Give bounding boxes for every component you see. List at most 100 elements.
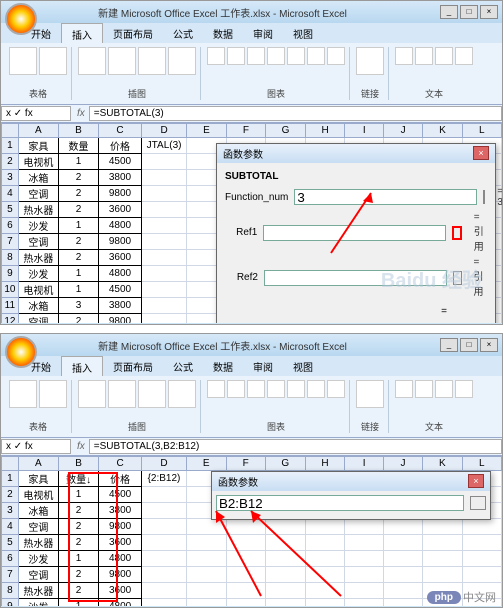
cell[interactable]: 数量↓ bbox=[58, 471, 98, 487]
cell[interactable] bbox=[265, 599, 305, 607]
cell[interactable] bbox=[141, 487, 186, 503]
tab-layout[interactable]: 页面布局 bbox=[103, 23, 163, 43]
tab-formulas[interactable]: 公式 bbox=[163, 23, 203, 43]
other-chart-icon[interactable] bbox=[327, 47, 345, 65]
tab-insert[interactable]: 插入 bbox=[61, 23, 103, 43]
cell[interactable]: 2 bbox=[58, 250, 98, 266]
cell[interactable] bbox=[383, 535, 422, 551]
minimize-button[interactable]: _ bbox=[440, 5, 458, 19]
dialog-close-button[interactable]: × bbox=[473, 146, 489, 160]
cell[interactable]: 3800 bbox=[99, 170, 142, 186]
hyperlink-icon[interactable] bbox=[356, 47, 384, 75]
cell[interactable] bbox=[141, 250, 186, 266]
cell[interactable]: 3600 bbox=[99, 250, 142, 266]
range-picker-icon[interactable] bbox=[483, 190, 485, 204]
scatter-chart-icon[interactable] bbox=[307, 47, 325, 65]
textbox-icon[interactable] bbox=[395, 47, 413, 65]
cell[interactable] bbox=[141, 266, 186, 282]
cell[interactable]: 1 bbox=[58, 218, 98, 234]
cell[interactable] bbox=[345, 599, 384, 607]
cell[interactable]: 4800 bbox=[99, 218, 142, 234]
row-header[interactable]: 1 bbox=[2, 471, 19, 487]
col-header[interactable]: J bbox=[383, 457, 422, 471]
signature-icon[interactable] bbox=[455, 47, 473, 65]
col-header[interactable]: B bbox=[58, 124, 98, 138]
cell[interactable] bbox=[141, 535, 186, 551]
cell[interactable]: 1 bbox=[58, 282, 98, 298]
bar-chart-icon[interactable] bbox=[267, 47, 285, 65]
cell[interactable]: 3600 bbox=[99, 535, 142, 551]
pivot-icon[interactable] bbox=[9, 47, 37, 75]
cell[interactable]: 价格 bbox=[99, 138, 142, 154]
tab-data[interactable]: 数据 bbox=[203, 23, 243, 43]
cell[interactable] bbox=[141, 234, 186, 250]
row-header[interactable]: 5 bbox=[2, 202, 19, 218]
cell[interactable]: 4800 bbox=[99, 551, 142, 567]
cell[interactable] bbox=[186, 519, 226, 535]
line-chart-icon[interactable] bbox=[227, 47, 245, 65]
cell[interactable] bbox=[265, 567, 305, 583]
line-chart-icon[interactable] bbox=[227, 380, 245, 398]
row-header[interactable]: 3 bbox=[2, 170, 19, 186]
col-header[interactable]: G bbox=[266, 124, 306, 138]
cell[interactable] bbox=[141, 218, 186, 234]
cell[interactable]: JTAL(3) bbox=[141, 138, 186, 154]
cell[interactable] bbox=[141, 599, 186, 607]
table-icon[interactable] bbox=[39, 47, 67, 75]
col-header[interactable]: D bbox=[141, 124, 186, 138]
cell[interactable] bbox=[141, 170, 186, 186]
cell[interactable]: 热水器 bbox=[18, 583, 58, 599]
cell[interactable]: 4500 bbox=[99, 487, 142, 503]
cell[interactable] bbox=[423, 567, 463, 583]
cell[interactable] bbox=[265, 551, 305, 567]
cell[interactable]: 热水器 bbox=[18, 202, 58, 218]
cell[interactable]: 空调 bbox=[18, 234, 58, 250]
cell[interactable] bbox=[345, 567, 384, 583]
cell[interactable] bbox=[141, 154, 186, 170]
col-header[interactable]: C bbox=[99, 124, 142, 138]
minimize-button[interactable]: _ bbox=[440, 338, 458, 352]
scatter-chart-icon[interactable] bbox=[307, 380, 325, 398]
shapes-icon[interactable] bbox=[138, 380, 166, 408]
cell[interactable] bbox=[305, 599, 345, 607]
clipart-icon[interactable] bbox=[108, 380, 136, 408]
cell[interactable] bbox=[462, 535, 501, 551]
cell[interactable]: 2 bbox=[58, 170, 98, 186]
cell[interactable] bbox=[305, 583, 345, 599]
cell[interactable]: 价格 bbox=[99, 471, 142, 487]
tab-review[interactable]: 审阅 bbox=[243, 23, 283, 43]
col-header[interactable]: A bbox=[18, 124, 58, 138]
col-header[interactable]: L bbox=[462, 457, 501, 471]
cell[interactable] bbox=[141, 298, 186, 314]
table-icon[interactable] bbox=[39, 380, 67, 408]
cell[interactable]: 3 bbox=[58, 298, 98, 314]
pie-chart-icon[interactable] bbox=[247, 380, 265, 398]
row-header[interactable]: 9 bbox=[2, 266, 19, 282]
row-header[interactable]: 5 bbox=[2, 535, 19, 551]
cell[interactable] bbox=[462, 519, 501, 535]
cell[interactable]: 4800 bbox=[99, 599, 142, 607]
cell[interactable] bbox=[141, 282, 186, 298]
tab-formulas[interactable]: 公式 bbox=[163, 356, 203, 376]
cell[interactable]: 4500 bbox=[99, 154, 142, 170]
cell[interactable]: 电视机 bbox=[18, 487, 58, 503]
row-header[interactable]: 2 bbox=[2, 154, 19, 170]
tab-view[interactable]: 视图 bbox=[283, 356, 323, 376]
formula-input[interactable]: =SUBTOTAL(3) bbox=[89, 106, 502, 121]
cell[interactable]: 沙发 bbox=[18, 551, 58, 567]
cell[interactable]: 2 bbox=[58, 583, 98, 599]
cell[interactable] bbox=[186, 551, 226, 567]
cell[interactable] bbox=[226, 583, 265, 599]
close-button[interactable]: × bbox=[480, 338, 498, 352]
cell[interactable]: 家具 bbox=[18, 138, 58, 154]
row-header[interactable]: 2 bbox=[2, 487, 19, 503]
cell[interactable] bbox=[141, 519, 186, 535]
row-header[interactable]: 8 bbox=[2, 583, 19, 599]
fx-icon[interactable]: fx bbox=[73, 108, 89, 119]
formula-input[interactable]: =SUBTOTAL(3,B2:B12) bbox=[89, 439, 502, 454]
cell[interactable]: 空调 bbox=[18, 519, 58, 535]
cell[interactable]: 4800 bbox=[99, 266, 142, 282]
cell[interactable]: 空调 bbox=[18, 567, 58, 583]
col-header[interactable]: C bbox=[99, 457, 142, 471]
cell[interactable]: 热水器 bbox=[18, 250, 58, 266]
